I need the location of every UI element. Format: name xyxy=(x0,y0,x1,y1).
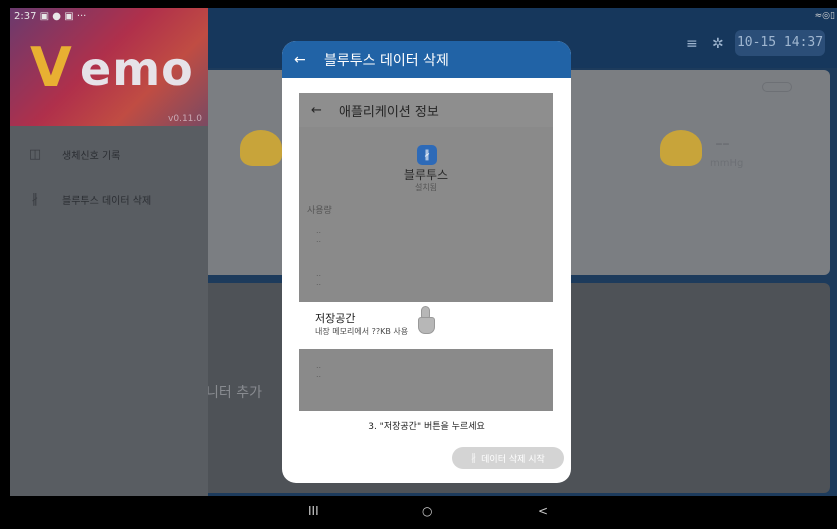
back-arrow-icon[interactable]: ← xyxy=(294,52,314,68)
instruction-text: 3. "저장공간" 버튼을 누르세요 xyxy=(368,422,485,432)
start-delete-button[interactable]: ∦ 데이터 삭제 시작 xyxy=(452,447,564,469)
card-unit: mmHg xyxy=(710,158,744,169)
menu-icon[interactable]: ≡ xyxy=(686,36,698,52)
logo-text: emo xyxy=(80,42,194,96)
device-screen: ≡ ✲ 10-15 14:37 -- mmHg 니터 추가 ≈◎▯ 2:37 ▣… xyxy=(10,8,837,496)
back-button[interactable]: < xyxy=(538,504,548,518)
recent-apps-button[interactable]: III xyxy=(308,504,319,518)
storage-title: 저장공간 xyxy=(315,312,356,325)
dialog-header: ← 블루투스 데이터 삭제 xyxy=(282,41,571,78)
bluetooth-icon: ∦ xyxy=(471,452,477,464)
card-value: -- xyxy=(715,131,730,156)
add-data-label: 니터 추가 xyxy=(206,385,262,401)
storage-usage: 내장 메모리에서 ??KB 사용 xyxy=(315,327,409,336)
drawer-item-vitals[interactable]: ◫ 생체신호 기록 xyxy=(10,134,208,174)
drawer-header: 2:37 ▣ ● ▣ ··· V emo v0.11.0 xyxy=(10,8,208,126)
guide-header: ← 애플리케이션 정보 xyxy=(299,93,553,127)
guide-app-status: 설치됨 xyxy=(414,183,438,192)
guide-screenshot: ← 애플리케이션 정보 ∦ 블루투스 설치됨 사용량 .. .. .. .. 저… xyxy=(299,93,553,411)
guide-placeholder: .. .. xyxy=(316,361,322,379)
bluetooth-app-icon: ∦ xyxy=(417,145,437,165)
guide-back-arrow-icon: ← xyxy=(311,102,322,118)
guide-section-usage: 사용량 xyxy=(307,206,332,216)
bluetooth-icon: ∦ xyxy=(31,191,39,207)
lung-icon xyxy=(240,130,282,166)
drawer-item-label: 블루투스 데이터 삭제 xyxy=(62,195,152,207)
drawer-item-bluetooth-delete[interactable]: ∦ 블루투스 데이터 삭제 xyxy=(10,179,208,219)
nav-drawer: 2:37 ▣ ● ▣ ··· V emo v0.11.0 ◫ 생체신호 기록 ∦… xyxy=(10,8,208,496)
home-button[interactable]: ○ xyxy=(422,504,432,518)
dialog-title: 블루투스 데이터 삭제 xyxy=(324,52,449,69)
tap-hand-icon xyxy=(417,306,435,336)
drawer-item-label: 생체신호 기록 xyxy=(62,150,121,162)
status-icons-right: ≈◎▯ xyxy=(814,11,835,21)
camera-icon: ◫ xyxy=(28,146,42,162)
guide-placeholder: .. .. xyxy=(316,226,322,244)
date-chip: 10-15 14:37 xyxy=(735,30,825,56)
gear-icon[interactable]: ✲ xyxy=(712,36,724,52)
guide-storage-row: 저장공간 내장 메모리에서 ??KB 사용 xyxy=(299,302,553,349)
card-toggle[interactable] xyxy=(762,82,792,92)
system-nav-bar: III ○ < xyxy=(10,496,837,529)
guide-app-name: 블루투스 xyxy=(403,168,449,182)
status-time: 2:37 ▣ ● ▣ ··· xyxy=(14,11,87,22)
guide-title: 애플리케이션 정보 xyxy=(339,104,439,120)
lung-icon xyxy=(660,130,702,166)
guide-placeholder: .. .. xyxy=(316,269,322,287)
app-version: v0.11.0 xyxy=(168,114,202,124)
start-delete-label: 데이터 삭제 시작 xyxy=(481,454,545,465)
bluetooth-delete-dialog: ← 블루투스 데이터 삭제 ← 애플리케이션 정보 ∦ 블루투스 설치됨 사용량… xyxy=(282,41,571,483)
logo-v: V xyxy=(30,36,72,99)
